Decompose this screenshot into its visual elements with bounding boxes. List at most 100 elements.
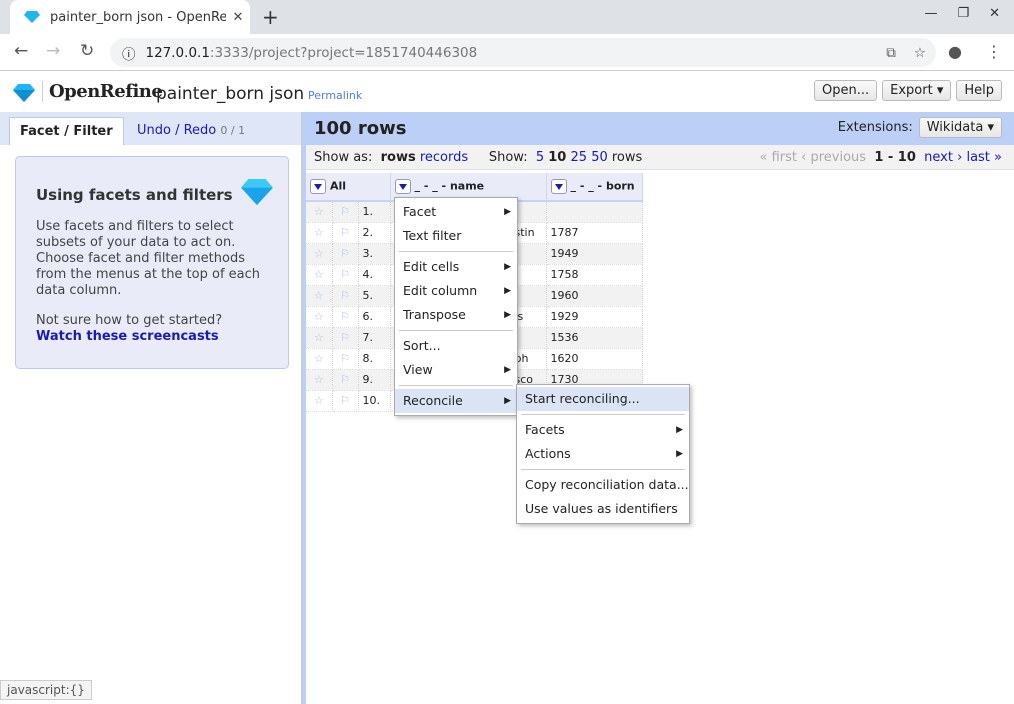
flag-icon[interactable]: ⚐ — [332, 264, 359, 286]
submenu-arrow-icon: ▶ — [676, 449, 683, 459]
dropdown-icon[interactable] — [550, 179, 567, 194]
close-tab-icon[interactable]: ✕ — [226, 10, 250, 25]
menu-item-view[interactable]: View ▶ — [395, 358, 517, 382]
openrefine-diamond-icon — [24, 11, 40, 23]
born-cell[interactable]: 1960 — [546, 285, 643, 307]
url-host: 127.0.0.1 — [145, 44, 210, 61]
dropdown-icon[interactable] — [310, 179, 326, 194]
next-page[interactable]: next › — [924, 150, 962, 165]
info-icon[interactable]: ⓘ — [122, 43, 136, 63]
star-icon[interactable]: ☆ — [306, 306, 333, 328]
born-cell[interactable]: 1758 — [546, 264, 643, 286]
star-icon[interactable]: ☆ — [306, 201, 333, 223]
star-icon[interactable]: ☆ — [306, 327, 333, 349]
born-cell[interactable]: 1787 — [546, 222, 643, 244]
minimize-icon[interactable]: — — [924, 6, 937, 21]
row-number: 6. — [358, 306, 391, 328]
previous-page[interactable]: ‹ previous — [801, 150, 866, 165]
row-count: 100 rows — [314, 118, 407, 139]
star-icon[interactable]: ☆ — [306, 222, 333, 244]
star-icon[interactable]: ☆ — [306, 369, 333, 391]
show-as-label: Show as: — [314, 150, 373, 165]
help-question: Not sure how to get started? — [36, 313, 223, 328]
help-button[interactable]: Help — [956, 80, 1002, 101]
menu-kebab-icon[interactable]: ⋮ — [986, 42, 1002, 61]
star-icon[interactable]: ☆ — [306, 264, 333, 286]
close-window-icon[interactable]: ✕ — [989, 6, 1000, 21]
menu-item-transpose[interactable]: Transpose ▶ — [395, 303, 517, 327]
flag-icon[interactable]: ⚐ — [332, 369, 359, 391]
brand-logo[interactable]: OpenRefine — [42, 81, 163, 102]
star-icon[interactable]: ☆ — [306, 285, 333, 307]
flag-icon[interactable]: ⚐ — [332, 390, 359, 412]
dropdown-icon[interactable] — [394, 179, 411, 194]
address-bar[interactable]: ⓘ 127.0.0.1:3333/project?project=1851740… — [110, 38, 936, 67]
first-page[interactable]: « first — [759, 150, 797, 165]
new-tab-button[interactable]: + — [262, 5, 279, 29]
browser-tab[interactable]: painter_born json - OpenRefine ✕ — [10, 0, 250, 34]
flag-icon[interactable]: ⚐ — [332, 348, 359, 370]
permalink[interactable]: Permalink — [308, 89, 362, 102]
menu-item-edit-column[interactable]: Edit column ▶ — [395, 279, 517, 303]
menu-item-sort-[interactable]: Sort... — [395, 334, 517, 358]
browser-tab-bar: painter_born json - OpenRefine ✕ + — ❐ ✕ — [0, 0, 1014, 34]
submenu-item-copy-reconciliation-data-[interactable]: Copy reconciliation data... — [517, 473, 689, 497]
profile-icon[interactable]: ● — [948, 42, 962, 61]
tab-undo-redo[interactable]: Undo / Redo 0 / 1 — [127, 117, 255, 145]
row-number: 2. — [358, 222, 391, 244]
flag-icon[interactable]: ⚐ — [332, 222, 359, 244]
star-icon[interactable]: ☆ — [306, 390, 333, 412]
translate-icon[interactable]: ⧉ — [886, 45, 896, 61]
born-cell[interactable]: 1620 — [546, 348, 643, 370]
view-records[interactable]: records — [420, 150, 468, 165]
last-page[interactable]: last » — [966, 150, 1002, 165]
page-size-5[interactable]: 5 — [536, 150, 544, 165]
submenu-arrow-icon: ▶ — [504, 207, 511, 217]
reload-icon[interactable]: ↻ — [80, 41, 94, 61]
submenu-item-use-values-as-identifiers[interactable]: Use values as identifiers — [517, 497, 689, 521]
undo-count: 0 / 1 — [220, 124, 246, 137]
submenu-item-actions[interactable]: Actions ▶ — [517, 442, 689, 466]
status-bar: javascript:{} — [0, 680, 92, 700]
star-icon[interactable]: ☆ — [306, 348, 333, 370]
menu-item-reconcile[interactable]: Reconcile ▶ — [395, 389, 517, 413]
back-icon[interactable]: ← — [14, 41, 28, 61]
born-cell[interactable]: 1929 — [546, 306, 643, 328]
page-size-25[interactable]: 25 — [571, 150, 588, 165]
reconcile-submenu: Start reconciling... Facets ▶ Actions ▶ Copy … — [516, 384, 690, 524]
url-path: :3333/project?project=1851740446308 — [209, 44, 478, 61]
show-label: Show: — [488, 150, 528, 165]
tab-facet-filter[interactable]: Facet / Filter — [9, 117, 124, 145]
born-cell[interactable]: 1536 — [546, 327, 643, 349]
flag-icon[interactable]: ⚐ — [332, 306, 359, 328]
project-title[interactable]: painter_born json — [156, 84, 304, 104]
page-size-10[interactable]: 10 — [548, 150, 566, 165]
browser-toolbar: ← → ↻ ⓘ 127.0.0.1:3333/project?project=1… — [0, 34, 1014, 71]
bookmark-star-icon[interactable]: ☆ — [914, 45, 926, 61]
page-size-50[interactable]: 50 — [591, 150, 608, 165]
flag-icon[interactable]: ⚐ — [332, 327, 359, 349]
flag-icon[interactable]: ⚐ — [332, 243, 359, 265]
view-rows[interactable]: rows — [381, 150, 416, 165]
open-button[interactable]: Open... — [814, 80, 878, 101]
restore-icon[interactable]: ❐ — [957, 6, 969, 21]
forward-icon[interactable]: → — [46, 41, 60, 61]
column-born[interactable]: _ - _ - born — [546, 173, 643, 202]
menu-separator — [399, 251, 513, 252]
star-icon[interactable]: ☆ — [306, 243, 333, 265]
submenu-item-facets[interactable]: Facets ▶ — [517, 418, 689, 442]
flag-icon[interactable]: ⚐ — [332, 201, 359, 223]
menu-item-edit-cells[interactable]: Edit cells ▶ — [395, 255, 517, 279]
export-button[interactable]: Export ▾ — [882, 80, 952, 101]
screencasts-link[interactable]: Watch these screencasts — [36, 329, 219, 344]
row-number: 7. — [358, 327, 391, 349]
column-all[interactable]: All — [306, 173, 391, 202]
born-cell[interactable] — [546, 201, 643, 223]
menu-item-text-filter[interactable]: Text filter — [395, 224, 517, 248]
menu-item-facet[interactable]: Facet ▶ — [395, 200, 517, 224]
wikidata-extension-button[interactable]: Wikidata ▾ — [918, 117, 1002, 138]
openrefine-logo-icon — [13, 84, 35, 102]
born-cell[interactable]: 1949 — [546, 243, 643, 265]
flag-icon[interactable]: ⚐ — [332, 285, 359, 307]
submenu-item-start-reconciling-[interactable]: Start reconciling... — [517, 387, 689, 411]
